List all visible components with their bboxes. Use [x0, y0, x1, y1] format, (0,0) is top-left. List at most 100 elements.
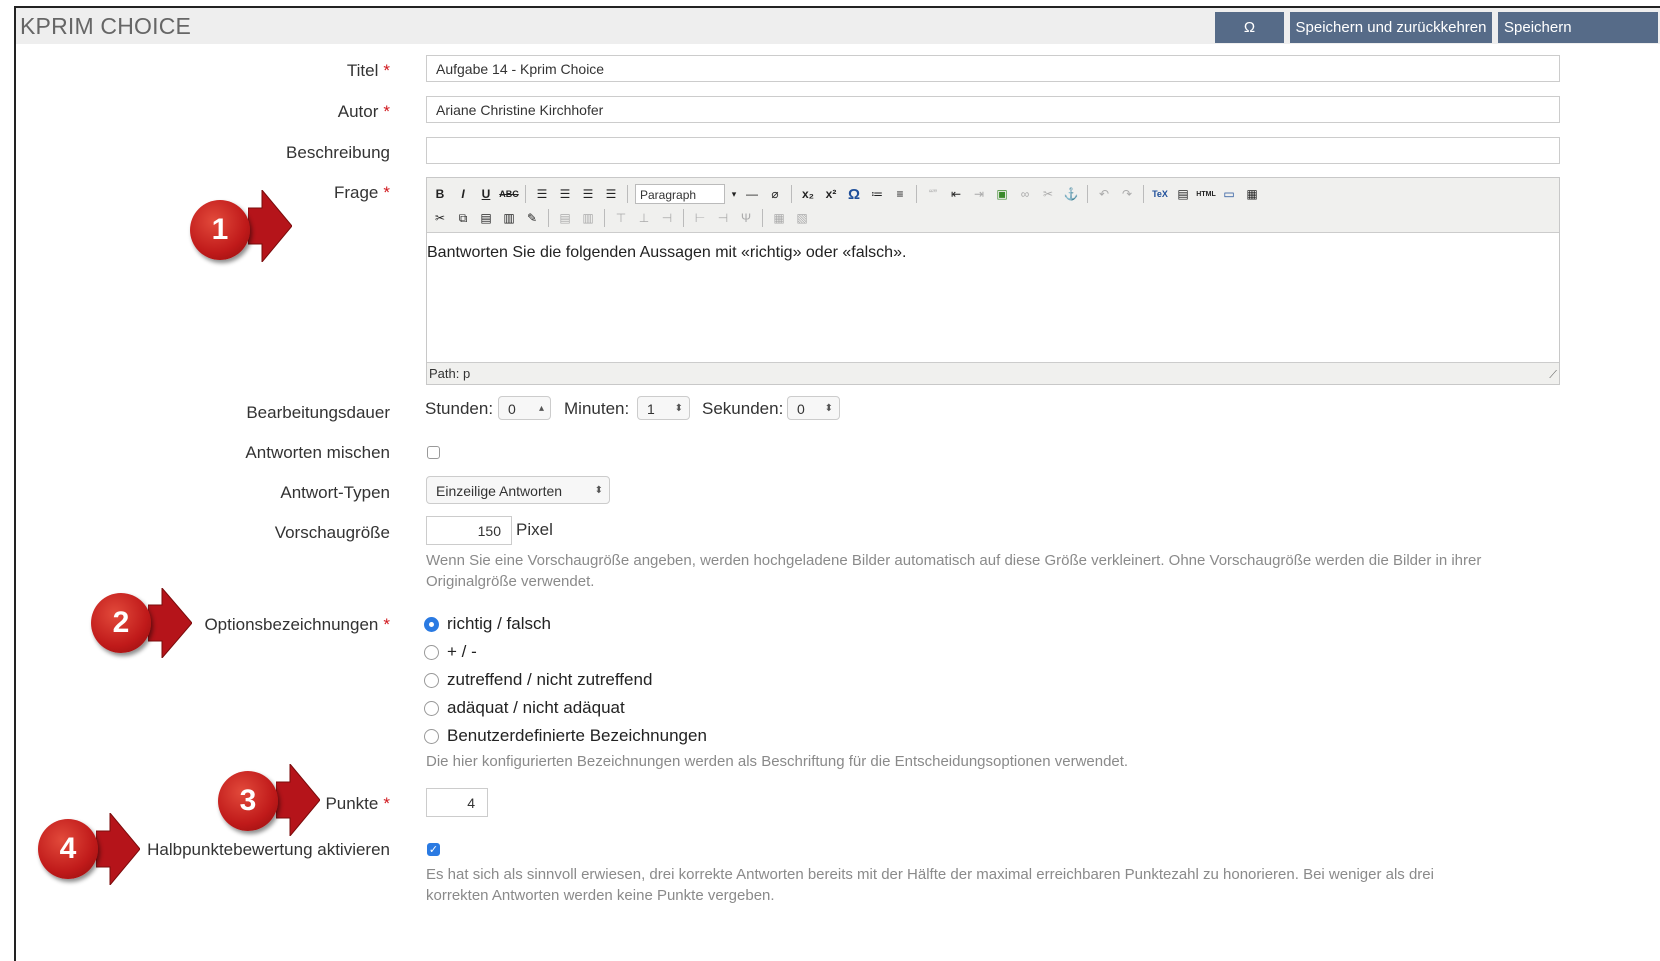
align-justify-icon[interactable]: ☰: [602, 185, 620, 203]
col-after-icon[interactable]: ⊣: [714, 209, 732, 227]
options-help: Die hier konfigurierten Bezeichnungen we…: [426, 753, 1129, 770]
align-center-icon[interactable]: ☰: [556, 185, 574, 203]
save-and-return-button[interactable]: Speichern und zurückkehren: [1290, 12, 1492, 43]
paste-word-icon[interactable]: ▦: [1243, 185, 1261, 203]
stunden-value: 0: [508, 401, 516, 417]
format-dropdown-icon[interactable]: ▾: [730, 185, 738, 203]
numbered-list-icon[interactable]: ≡: [891, 185, 909, 203]
option-radio-0[interactable]: richtig / falsch: [424, 613, 551, 635]
outdent-icon[interactable]: ⇤: [947, 185, 965, 203]
format-select[interactable]: Paragraph: [635, 184, 725, 204]
toolbar-separator: [791, 185, 792, 203]
split-cells-icon[interactable]: ▧: [793, 209, 811, 227]
callout-arrow-4: [96, 813, 140, 885]
halbpunkte-label: Halbpunktebewertung aktivieren: [147, 840, 390, 859]
callout-3: 3: [218, 771, 278, 831]
blockquote-icon[interactable]: “”: [924, 185, 942, 203]
header-bar: KPRIM CHOICE Ω Speichern und zurückkehre…: [16, 8, 1660, 44]
save-button[interactable]: Speichern: [1498, 12, 1658, 43]
beschreibung-label: Beschreibung: [286, 143, 390, 162]
bold-icon[interactable]: B: [431, 185, 449, 203]
option-radio-4[interactable]: Benutzerdefinierte Bezeichnungen: [424, 725, 707, 747]
preview-icon[interactable]: ▭: [1220, 185, 1238, 203]
edit-icon[interactable]: ✎: [523, 209, 541, 227]
editor-path: Path: p: [427, 362, 1559, 384]
callout-arrow-2: [148, 588, 192, 658]
toolbar-row-1: B I U ABC ☰ ☰ ☰ ☰ Paragraph ▾ — ⌀ x₂ x² …: [431, 183, 1261, 205]
updown-icon: ⬍: [594, 485, 603, 496]
html-icon[interactable]: HTML: [1196, 185, 1215, 203]
special-char-icon[interactable]: Ω: [845, 185, 863, 203]
italic-icon[interactable]: I: [454, 185, 472, 203]
delete-col-icon[interactable]: Ψ: [737, 209, 755, 227]
radio-selected-icon: [424, 616, 439, 632]
sekunden-label: Sekunden:: [702, 399, 784, 418]
antwort-typen-select[interactable]: Einzeilige Antworten ⬍: [426, 476, 610, 504]
paste-icon[interactable]: ▤: [1174, 185, 1192, 203]
indent-icon[interactable]: ⇥: [970, 185, 988, 203]
vorschaugroesse-field[interactable]: 150: [426, 516, 512, 545]
paste-icon[interactable]: ▤: [477, 209, 495, 227]
anchor-icon[interactable]: ⚓: [1062, 185, 1080, 203]
beschreibung-field[interactable]: [426, 137, 1560, 164]
toolbar-row-2: ✂ ⧉ ▤ ▥ ✎ ▤ ▥ ⊤ ⊥ ⊣ ⊢ ⊣ Ψ ▦ ▧: [431, 207, 811, 229]
row-before-icon[interactable]: ⊤: [612, 209, 630, 227]
row-after-icon[interactable]: ⊥: [635, 209, 653, 227]
resize-handle-icon[interactable]: ⟋: [1549, 369, 1557, 382]
special-char-button[interactable]: Ω: [1215, 12, 1284, 43]
table-cell-props-icon[interactable]: ▥: [579, 209, 597, 227]
vorschaugroesse-label: Vorschaugröße: [274, 523, 390, 542]
halbpunkte-help: Es hat sich als sinnvoll erwiesen, drei …: [426, 866, 1434, 904]
toolbar-separator: [683, 209, 684, 227]
align-left-icon[interactable]: ☰: [533, 185, 551, 203]
merge-cells-icon[interactable]: ▦: [770, 209, 788, 227]
option-radio-2[interactable]: zutreffend / nicht zutreffend: [424, 669, 652, 691]
callout-2: 2: [91, 593, 151, 653]
pixel-unit-label: Pixel: [516, 520, 553, 539]
minuten-label: Minuten:: [564, 399, 630, 418]
antworten-mischen-checkbox[interactable]: [427, 446, 440, 459]
horizontal-rule-icon[interactable]: —: [743, 185, 761, 203]
sekunden-value: 0: [797, 401, 805, 417]
eraser-icon[interactable]: ⌀: [766, 185, 784, 203]
bullet-list-icon[interactable]: ≔: [868, 185, 886, 203]
halbpunkte-checkbox[interactable]: ✓: [427, 843, 440, 856]
table-row-props-icon[interactable]: ▤: [556, 209, 574, 227]
editor-content[interactable]: Bantworten Sie die folgenden Aussagen mi…: [427, 244, 906, 262]
toolbar-separator: [525, 185, 526, 203]
autor-label: Autor *: [337, 102, 390, 121]
stunden-select[interactable]: 0 ▴: [498, 396, 551, 420]
image-icon[interactable]: ▣: [993, 185, 1011, 203]
delete-row-icon[interactable]: ⊣: [658, 209, 676, 227]
punkte-field[interactable]: 4: [426, 788, 488, 817]
frage-label: Frage *: [333, 183, 390, 202]
sekunden-select[interactable]: 0 ⬍: [787, 396, 840, 420]
autor-field[interactable]: Ariane Christine Kirchhofer: [426, 96, 1560, 123]
copy-icon[interactable]: ⧉: [454, 209, 472, 227]
option-radio-1[interactable]: + / -: [424, 641, 477, 663]
subscript-icon[interactable]: x₂: [799, 185, 817, 203]
callout-4: 4: [38, 819, 98, 879]
punkte-label: Punkte *: [325, 794, 390, 813]
radio-icon: [424, 728, 439, 744]
undo-icon[interactable]: ↶: [1095, 185, 1113, 203]
strikethrough-icon[interactable]: ABC: [499, 185, 519, 203]
cut-icon[interactable]: ✂: [431, 209, 449, 227]
tex-icon[interactable]: TeX: [1151, 185, 1169, 203]
titel-field[interactable]: Aufgabe 14 - Kprim Choice: [426, 55, 1560, 82]
bearbeitungsdauer-label: Bearbeitungsdauer: [246, 403, 390, 422]
align-right-icon[interactable]: ☰: [579, 185, 597, 203]
minuten-value: 1: [647, 401, 655, 417]
paste-text-icon[interactable]: ▥: [500, 209, 518, 227]
option-radio-3[interactable]: adäquat / nicht adäquat: [424, 697, 625, 719]
link-icon[interactable]: ∞: [1016, 185, 1034, 203]
redo-icon[interactable]: ↷: [1118, 185, 1136, 203]
superscript-icon[interactable]: x²: [822, 185, 840, 203]
toolbar-separator: [548, 209, 549, 227]
col-before-icon[interactable]: ⊢: [691, 209, 709, 227]
underline-icon[interactable]: U: [477, 185, 495, 203]
callout-arrow-3: [276, 764, 320, 836]
minuten-select[interactable]: 1 ⬍: [637, 396, 690, 420]
callout-arrow-1: [248, 190, 292, 262]
unlink-icon[interactable]: ✂: [1039, 185, 1057, 203]
